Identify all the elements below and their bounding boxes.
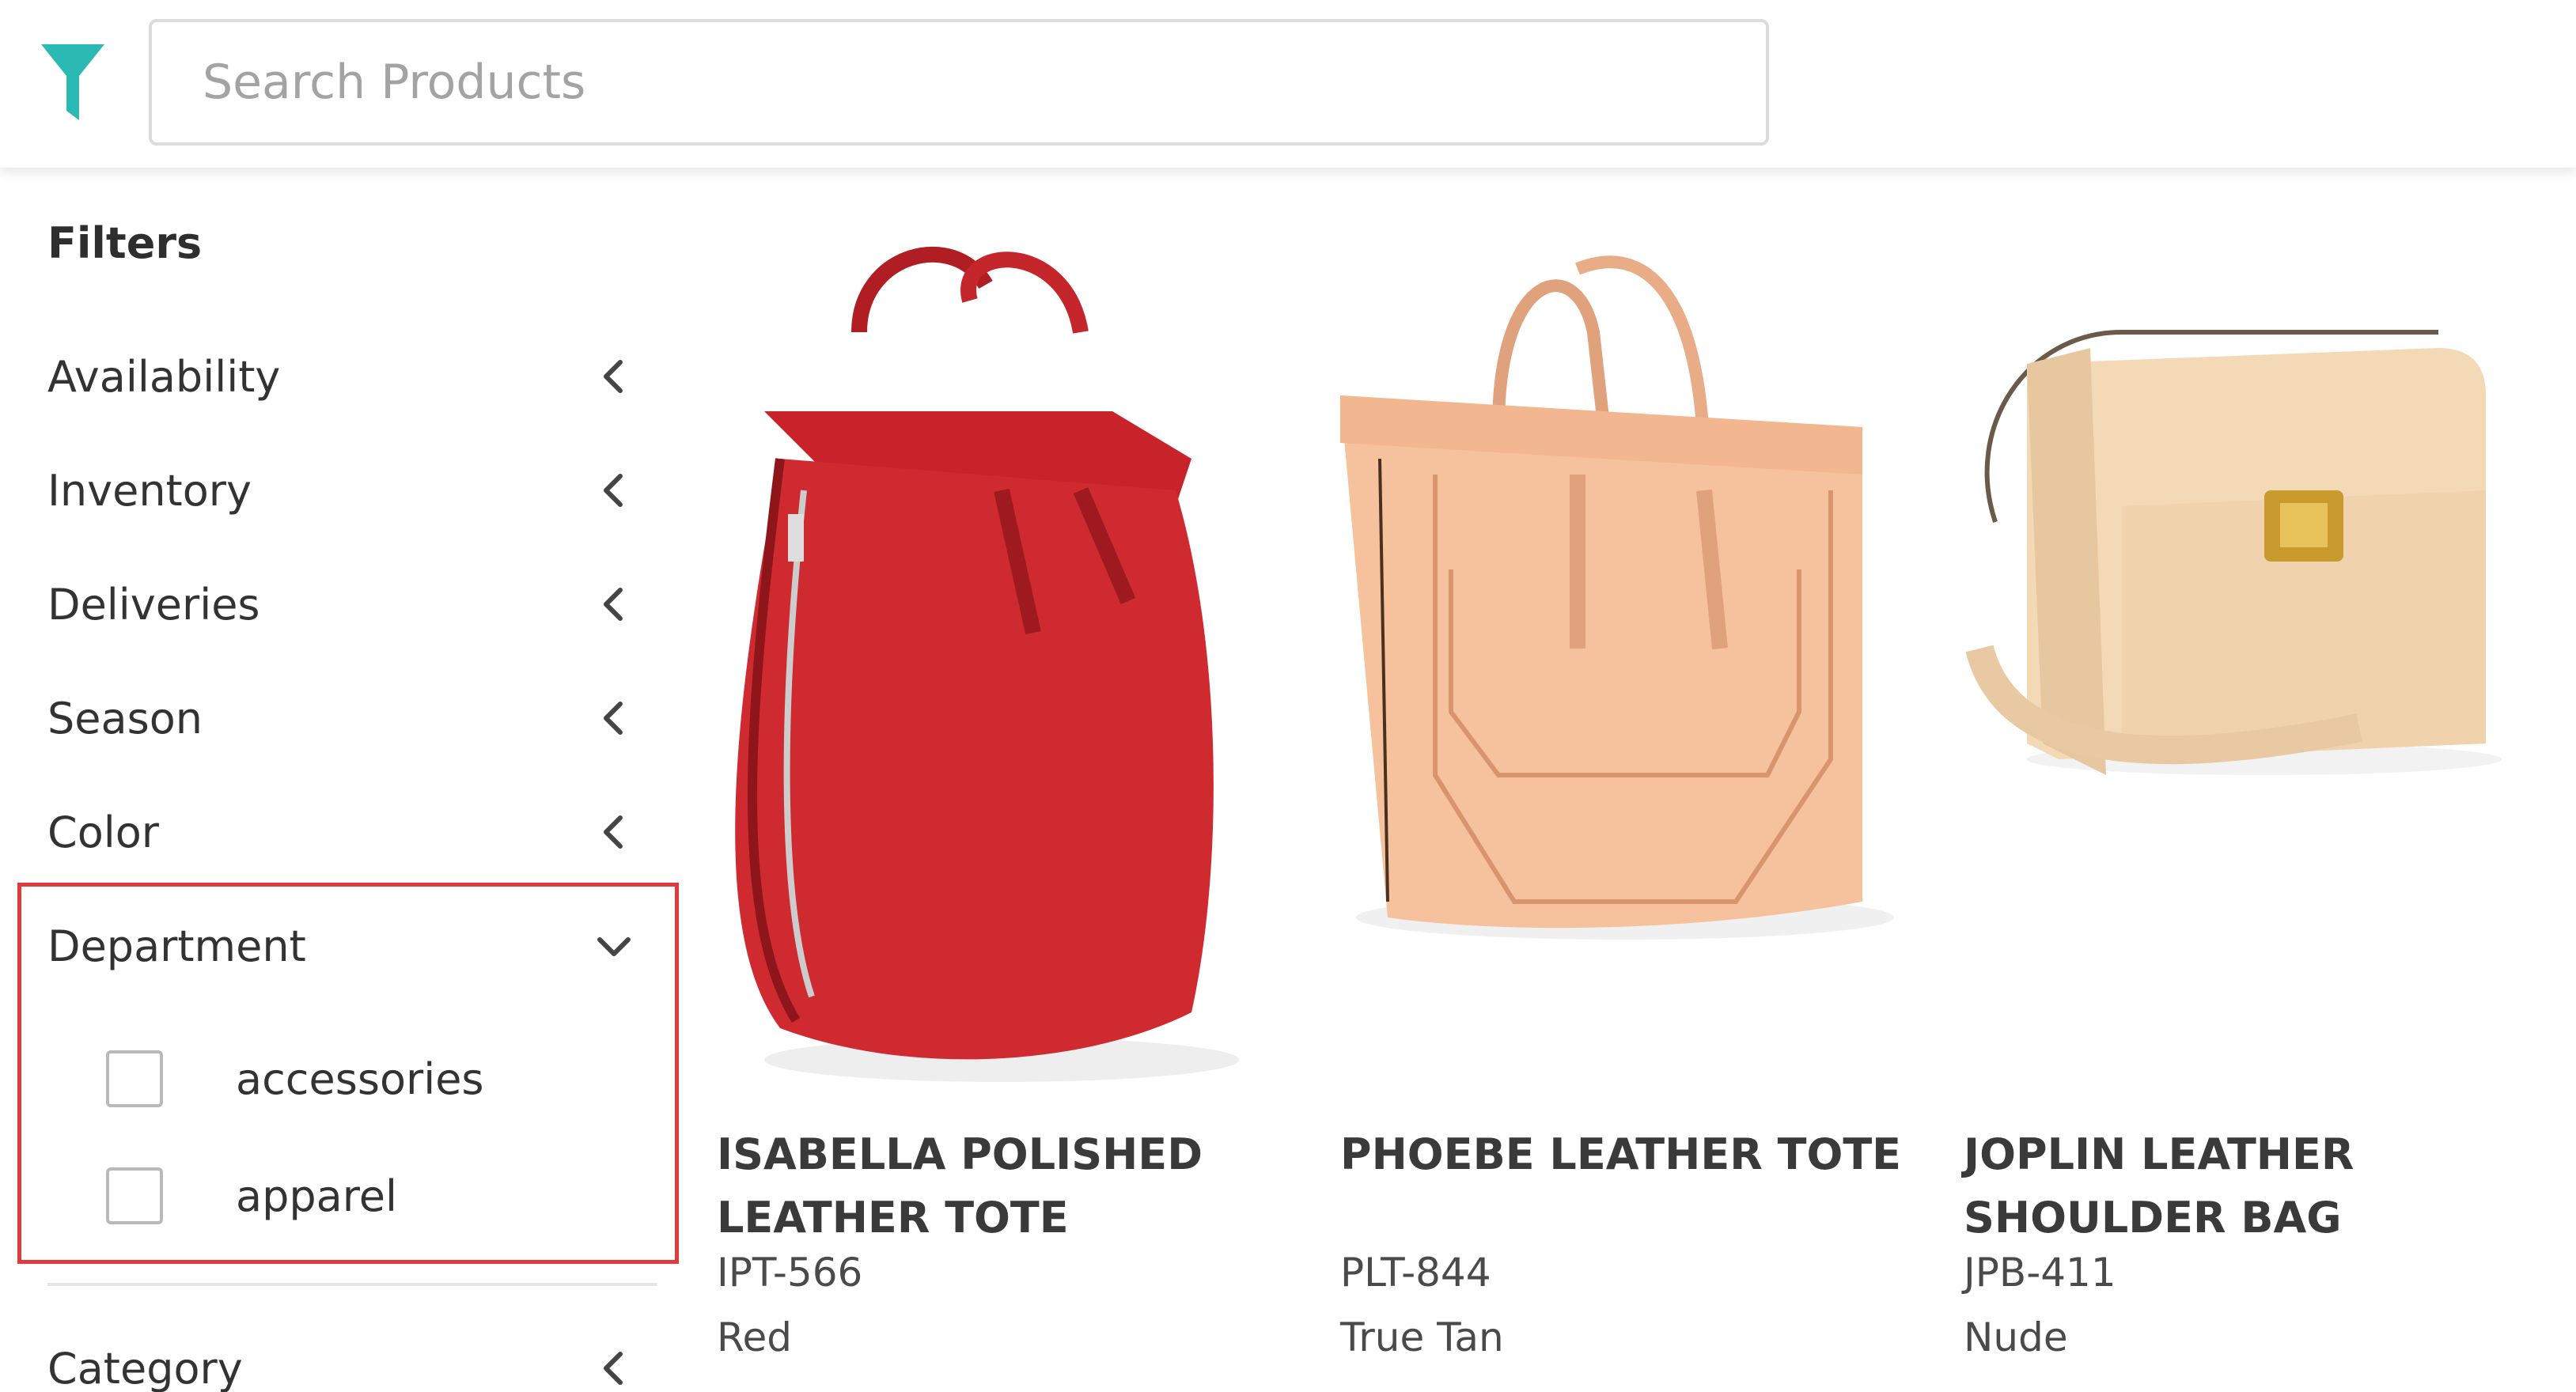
product-name[interactable]: PHOEBE LEATHER TOTE (1340, 1123, 1910, 1186)
product-color: True Tan (1340, 1314, 1504, 1360)
accessories-checkbox[interactable] (106, 1050, 163, 1107)
product-name[interactable]: JOPLIN LEATHER SHOULDER BAG (1964, 1123, 2533, 1250)
chevron-left-icon (595, 813, 633, 851)
filter-department[interactable]: Department (47, 906, 633, 985)
chevron-left-icon (595, 1349, 633, 1387)
filter-label: Category (47, 1343, 243, 1392)
apparel-checkbox[interactable] (106, 1167, 163, 1224)
filter-label: Color (47, 807, 159, 857)
filter-label: Deliveries (47, 579, 260, 630)
filter-availability[interactable]: Availability (47, 337, 633, 416)
filter-season[interactable]: Season (47, 679, 633, 758)
filters-title: Filters (47, 218, 203, 268)
filter-color[interactable]: Color (47, 792, 633, 872)
department-option-accessories[interactable]: accessories (106, 1046, 484, 1112)
option-label: apparel (236, 1171, 397, 1221)
product-image[interactable] (1340, 237, 1941, 1107)
product-name[interactable]: ISABELLA POLISHED LEATHER TOTE (717, 1123, 1286, 1250)
product-sku: JPB-411 (1964, 1250, 2116, 1296)
chevron-left-icon (595, 699, 633, 737)
filters-sidebar: Filters Availability Inventory Deliverie… (0, 168, 680, 1392)
filter-deliveries[interactable]: Deliveries (47, 565, 633, 644)
filter-label: Inventory (47, 465, 252, 516)
option-label: accessories (236, 1053, 484, 1104)
product-sku: IPT-566 (717, 1250, 863, 1296)
search-input[interactable] (149, 19, 1769, 146)
filter-category[interactable]: Category (47, 1329, 633, 1392)
product-color: Nude (1964, 1314, 2068, 1360)
filter-inventory[interactable]: Inventory (47, 451, 633, 530)
chevron-left-icon (595, 585, 633, 623)
product-sku: PLT-844 (1340, 1250, 1491, 1296)
top-bar (0, 0, 2576, 168)
filter-label: Availability (47, 351, 281, 402)
chevron-left-icon (595, 357, 633, 395)
product-image[interactable] (1964, 237, 2565, 1107)
filter-funnel-icon[interactable] (38, 41, 108, 123)
filter-label: Department (47, 921, 306, 971)
filter-label: Season (47, 693, 203, 743)
product-color: Red (717, 1314, 792, 1360)
product-image[interactable] (717, 237, 1318, 1107)
chevron-down-icon (595, 927, 633, 965)
sidebar-divider (47, 1283, 657, 1286)
chevron-left-icon (595, 471, 633, 509)
department-option-apparel[interactable]: apparel (106, 1163, 397, 1229)
